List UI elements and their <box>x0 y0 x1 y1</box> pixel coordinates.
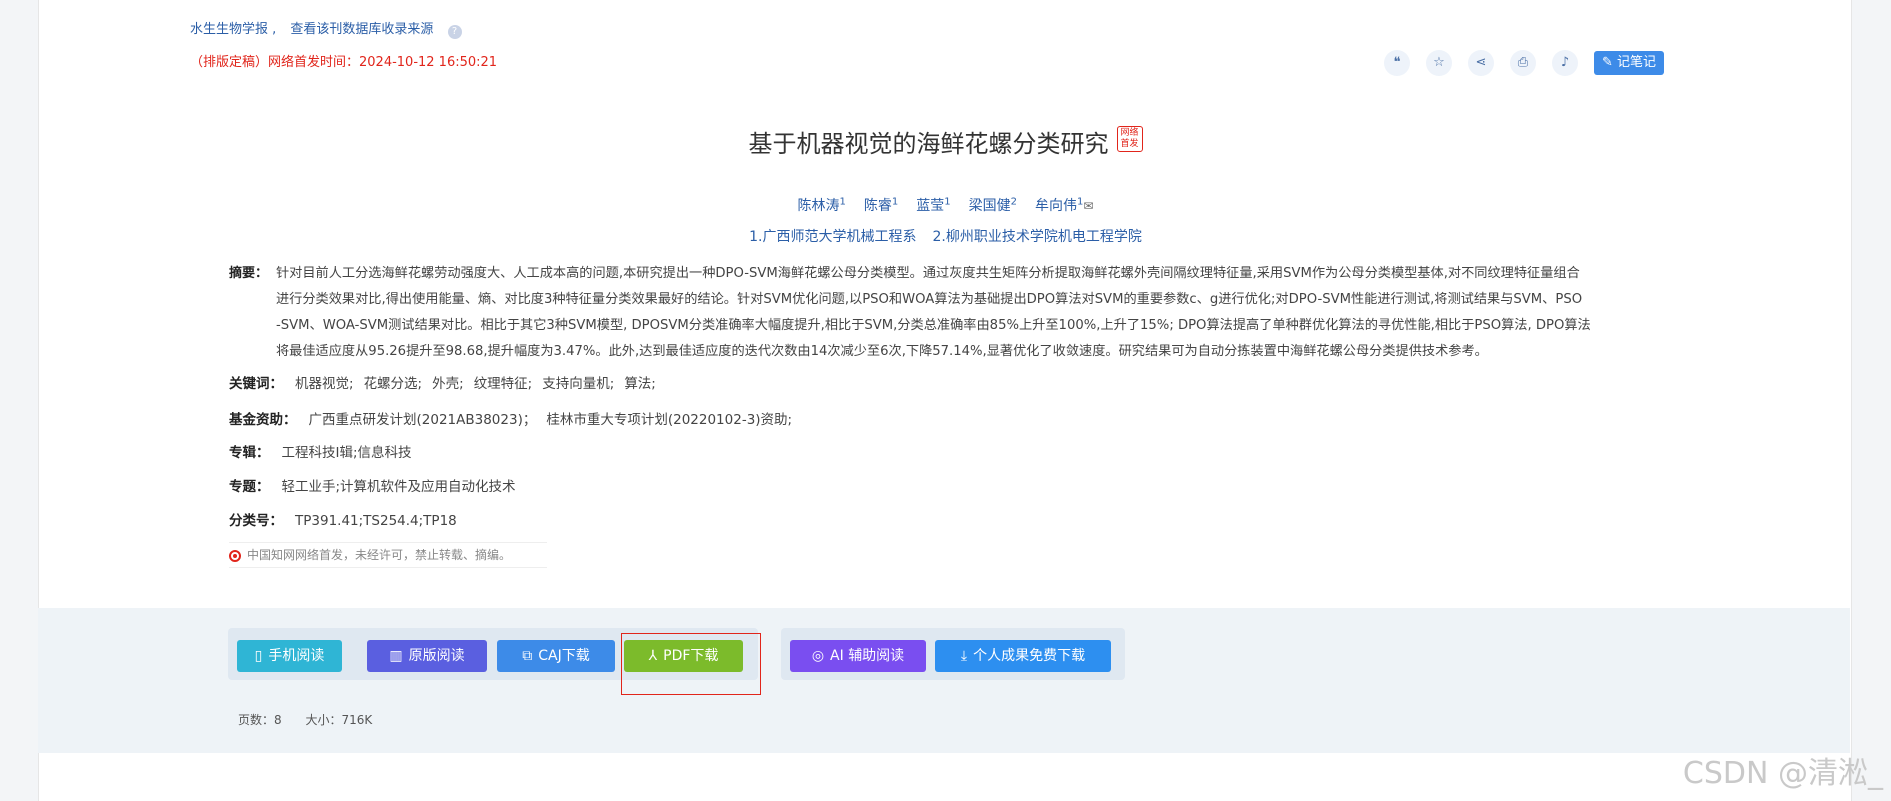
caj-download-label: CAJ下载 <box>538 648 590 664</box>
mobile-read-button[interactable]: ▯ 手机阅读 <box>237 640 342 672</box>
original-read-label: 原版阅读 <box>408 648 465 664</box>
file-meta: 页数：8 大小：716K <box>238 711 392 728</box>
ai-read-label: AI 辅助阅读 <box>830 648 905 664</box>
keyword-link[interactable]: 机器视觉; <box>295 376 354 392</box>
mobile-read-label: 手机阅读 <box>268 648 325 664</box>
phone-icon: ▯ <box>254 648 263 664</box>
top-links: 水生生物学报 , 查看该刊数据库收录来源 ? <box>190 18 472 39</box>
pdf-highlight-box <box>621 633 761 695</box>
author-affiliation-index: 1 <box>944 196 951 208</box>
author-name: 陈林涛 <box>797 198 840 214</box>
copyright-notice: 中国知网网络首发，未经许可，禁止转载、摘编。 <box>229 542 547 568</box>
bell-icon[interactable]: ♪ <box>1552 50 1578 76</box>
note-button[interactable]: ✎ 记笔记 <box>1594 51 1665 75</box>
funding-label: 基金资助： <box>229 412 297 428</box>
article-title-row: 基于机器视觉的海鲜花螺分类研究 网络首发 <box>0 124 1891 159</box>
author-link[interactable]: 陈林涛1 <box>797 196 846 214</box>
keyword-link[interactable]: 花螺分选; <box>364 376 423 392</box>
ai-icon: ◎ <box>811 648 825 664</box>
open-book-icon: ⧉ <box>522 648 533 664</box>
help-icon[interactable]: ? <box>447 25 462 39</box>
classification-value: TP391.41;TS254.4;TP18 <box>295 513 457 529</box>
star-icon[interactable]: ☆ <box>1426 50 1452 76</box>
share-icon[interactable]: ⋖ <box>1468 50 1494 76</box>
book-icon: ▥ <box>389 648 403 664</box>
fund-link[interactable]: 桂林市重大专项计划(20220102-3)资助; <box>546 412 792 428</box>
author-affiliation-index: 1 <box>891 196 899 208</box>
author-name: 梁国健 <box>968 198 1011 214</box>
author-list: 陈林涛1 陈睿1 蓝莹1 梁国健2 牟向伟1✉ <box>0 195 1891 215</box>
keyword-link[interactable]: 纹理特征; <box>474 376 533 392</box>
pencil-icon: ✎ <box>1602 55 1613 70</box>
journal-link[interactable]: 水生生物学报 , <box>190 22 276 37</box>
keywords-label: 关键词： <box>229 376 283 392</box>
abstract-text: 针对目前人工分选海鲜花螺劳动强度大、人工成本高的问题,本研究提出一种DPO-SV… <box>229 261 1663 365</box>
topic-row: 专题： 轻工业手;计算机软件及应用自动化技术 <box>229 477 516 497</box>
classification-row: 分类号： TP391.41;TS254.4;TP18 <box>229 511 457 531</box>
watermark: CSDN @清淞_ <box>1682 756 1883 791</box>
affiliation-link[interactable]: 1.广西师范大学机械工程系 <box>749 229 916 245</box>
author-name: 陈睿 <box>863 198 892 214</box>
ai-read-button[interactable]: ◎ AI 辅助阅读 <box>790 640 926 672</box>
series-row: 专辑： 工程科技Ⅰ辑;信息科技 <box>229 443 412 463</box>
abstract-line: -SVM、WOA-SVM测试结果对比。相比于其它3种SVM模型, DPOSVM分… <box>276 318 1591 333</box>
mail-icon[interactable]: ✉ <box>1083 199 1093 213</box>
author-link[interactable]: 陈睿1 <box>863 196 899 214</box>
keywords-row: 关键词： 机器视觉; 花螺分选; 外壳; 纹理特征; 支持向量机; 算法; <box>229 374 666 394</box>
funding-row: 基金资助： 广西重点研发计划(2021AB38023)； 桂林市重大专项计划(202… <box>229 410 802 430</box>
copyright-text: 中国知网网络首发，未经许可，禁止转载、摘编。 <box>247 548 512 562</box>
abstract-line: 进行分类效果对比,得出使用能量、熵、对比度3种特征量分类效果最好的结论。针对SV… <box>276 292 1583 307</box>
quote-icon[interactable]: ❝ <box>1384 50 1410 76</box>
author-link[interactable]: 牟向伟1✉ <box>1035 196 1093 214</box>
abstract-line: 将最佳适应度从95.26提升至98.68,提升幅度为3.47%。此外,达到最佳适… <box>276 344 1488 359</box>
article-toolbar: ❝ ☆ ⋖ ⎙ ♪ ✎ 记笔记 <box>1384 50 1665 76</box>
author-name: 牟向伟 <box>1035 198 1078 214</box>
fund-link[interactable]: 广西重点研发计划(2021AB38023)； <box>309 412 537 428</box>
personal-download-label: 个人成果免费下载 <box>973 648 1086 664</box>
topic-label: 专题： <box>229 479 270 495</box>
source-link[interactable]: 查看该刊数据库收录来源 <box>290 22 433 37</box>
original-read-button[interactable]: ▥ 原版阅读 <box>367 640 487 672</box>
note-label: 记笔记 <box>1617 55 1657 70</box>
affiliation-list: 1.广西师范大学机械工程系 2.柳州职业技术学院机电工程学院 <box>0 226 1891 246</box>
keyword-link[interactable]: 外壳; <box>432 376 464 392</box>
affiliation-link[interactable]: 2.柳州职业技术学院机电工程学院 <box>933 229 1142 245</box>
series-value: 工程科技Ⅰ辑;信息科技 <box>281 445 412 461</box>
article-title: 基于机器视觉的海鲜花螺分类研究 <box>748 130 1109 158</box>
page-count: 页数：8 <box>238 713 282 727</box>
copyright-icon <box>229 550 241 562</box>
personal-download-button[interactable]: ⤓ 个人成果免费下载 <box>935 640 1111 672</box>
topic-value: 轻工业手;计算机软件及应用自动化技术 <box>281 479 516 495</box>
keyword-link[interactable]: 算法; <box>624 376 656 392</box>
print-icon[interactable]: ⎙ <box>1510 50 1536 76</box>
file-size: 大小：716K <box>305 713 373 727</box>
author-affiliation-index: 2 <box>1010 196 1018 208</box>
classification-label: 分类号： <box>229 513 283 529</box>
author-link[interactable]: 蓝莹1 <box>916 196 951 214</box>
author-name: 蓝莹 <box>916 198 945 214</box>
author-link[interactable]: 梁国健2 <box>968 196 1018 214</box>
series-label: 专辑： <box>229 445 270 461</box>
caj-download-button[interactable]: ⧉ CAJ下载 <box>497 640 615 672</box>
abstract-line: 针对目前人工分选海鲜花螺劳动强度大、人工成本高的问题,本研究提出一种DPO-SV… <box>276 266 1580 281</box>
download-icon: ⤓ <box>960 648 968 664</box>
online-first-badge: 网络首发 <box>1116 126 1143 152</box>
author-affiliation-index: 1 <box>839 196 846 208</box>
keyword-link[interactable]: 支持向量机; <box>542 376 614 392</box>
publish-time: （排版定稿）网络首发时间：2024-10-12 16:50:21 <box>190 55 498 70</box>
